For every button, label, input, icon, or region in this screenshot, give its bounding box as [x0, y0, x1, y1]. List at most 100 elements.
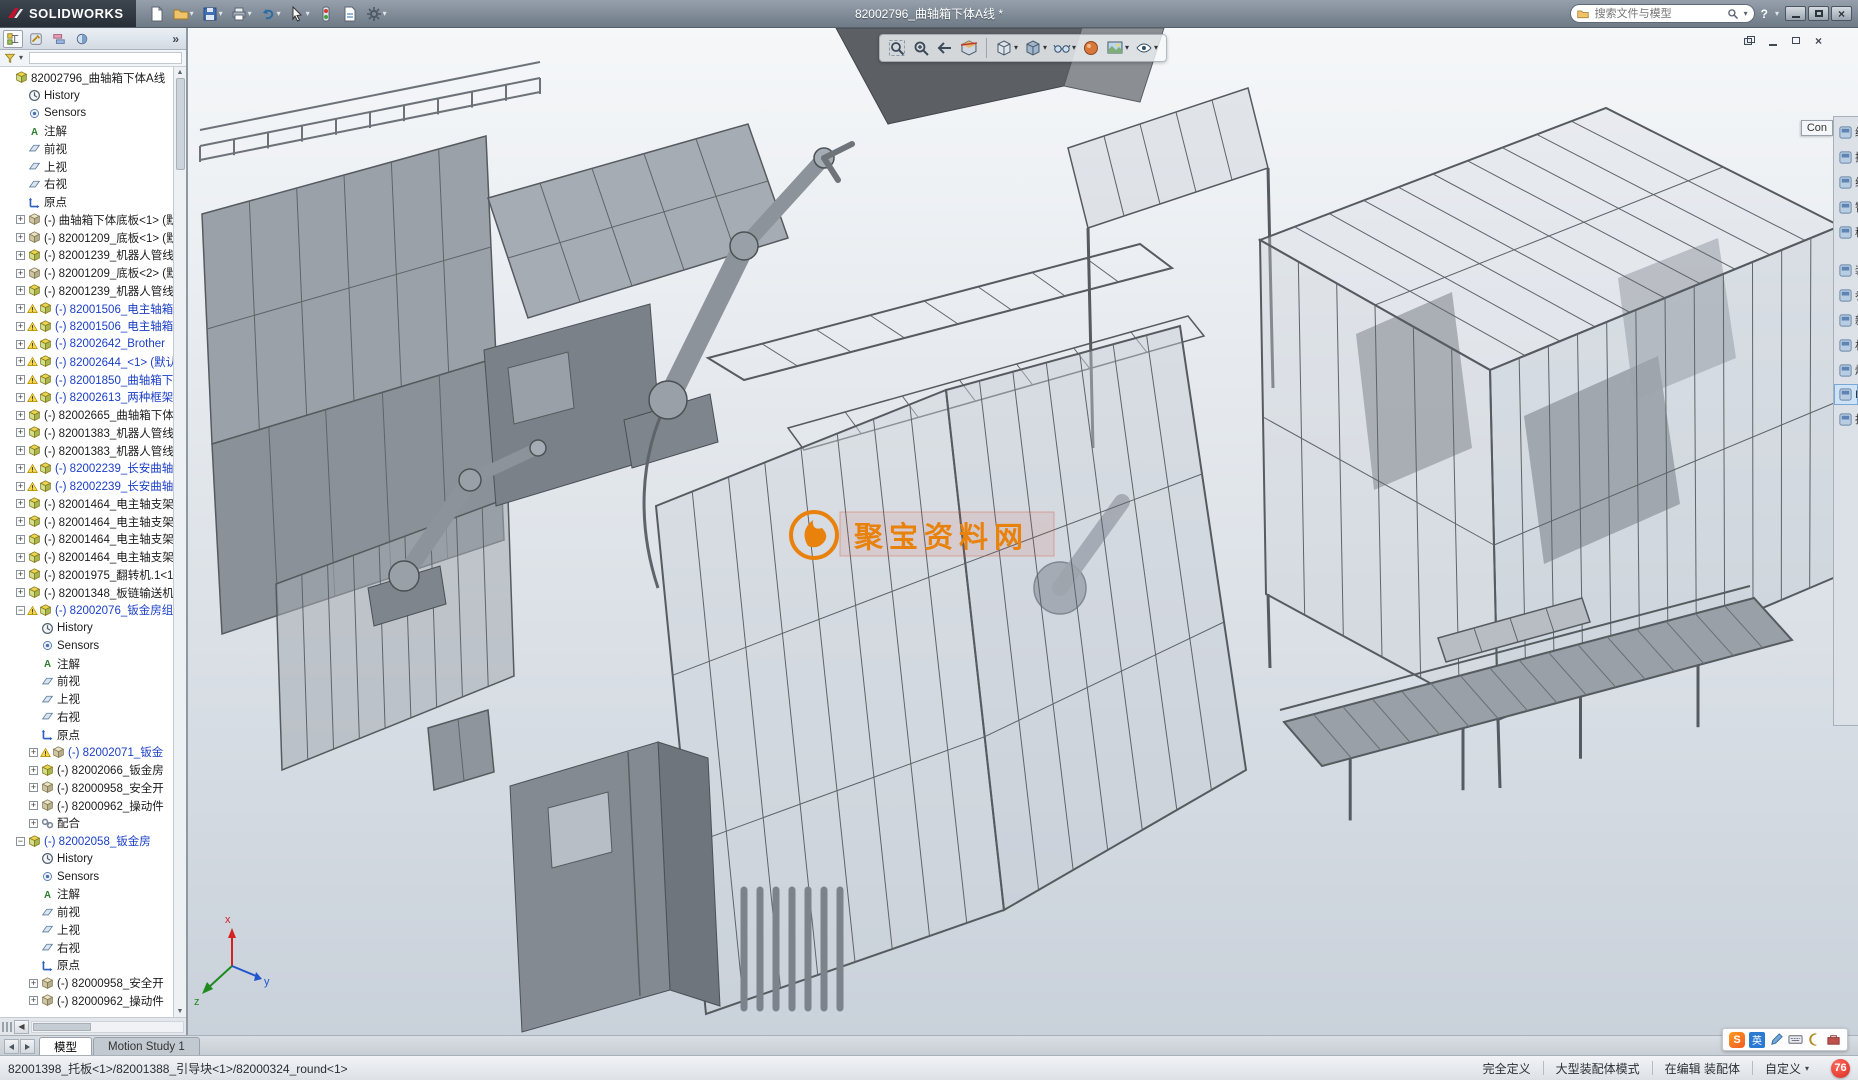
tree-item[interactable]: +(-) 82001383_机器人管线 — [0, 442, 173, 460]
tree-expander[interactable]: + — [16, 393, 25, 402]
tree-expander[interactable]: + — [16, 340, 25, 349]
doc-restore-button[interactable] — [1786, 33, 1805, 48]
taskpane-item[interactable]: 移 — [1834, 221, 1858, 243]
maximize-button[interactable] — [1808, 6, 1829, 21]
notification-badge[interactable]: 76 — [1831, 1059, 1850, 1078]
tree-expander[interactable]: + — [16, 446, 25, 455]
taskpane-item[interactable]: 参 — [1834, 284, 1858, 306]
tree-item[interactable]: Sensors — [0, 868, 173, 886]
dropdown-caret-icon[interactable]: ▾ — [1125, 44, 1129, 52]
tree-item[interactable]: 原点 — [0, 726, 173, 744]
tree-item[interactable]: +配合 — [0, 815, 173, 833]
view-settings-button[interactable]: ▾ — [1133, 37, 1160, 59]
tree-expander[interactable]: + — [16, 588, 25, 597]
tree-expander[interactable]: + — [29, 748, 38, 757]
taskpane-item[interactable]: In — [1834, 384, 1858, 405]
h-scroll-track[interactable] — [31, 1021, 184, 1033]
tree-expander[interactable]: + — [29, 819, 38, 828]
tree-item[interactable]: 右视 — [0, 176, 173, 194]
scroll-down-icon[interactable]: ▼ — [177, 1006, 184, 1017]
tree-item[interactable]: +(-) 82001348_板链输送机 — [0, 584, 173, 602]
file-properties-button[interactable] — [339, 4, 361, 24]
tree-expander[interactable]: + — [16, 464, 25, 473]
tree-item[interactable]: 上视 — [0, 690, 173, 708]
dropdown-caret-icon[interactable]: ▾ — [1043, 44, 1047, 52]
tree-item[interactable]: +(-) 82001464_电主轴支架 — [0, 531, 173, 549]
tree-item[interactable]: 右视 — [0, 939, 173, 957]
scroll-thumb[interactable] — [176, 78, 185, 170]
tree-item[interactable]: +(-) 82002239_长安曲轴 — [0, 477, 173, 495]
new-document-button[interactable] — [146, 4, 168, 24]
tree-expander[interactable]: + — [16, 517, 25, 526]
taskpane-item[interactable]: 爆 — [1834, 359, 1858, 381]
tree-item[interactable]: −(-) 82002076_钣金房组 — [0, 602, 173, 620]
tree-item[interactable]: +(-) 82000962_操动件 — [0, 992, 173, 1010]
options-button[interactable]: ▾ — [363, 4, 390, 24]
tab-scroll-right-icon[interactable] — [20, 1039, 35, 1054]
h-scroll-thumb[interactable] — [33, 1023, 91, 1031]
search-dropdown-caret[interactable]: ▾ — [1744, 10, 1748, 18]
tree-item[interactable]: +(-) 82002239_长安曲轴 — [0, 460, 173, 478]
tree-item[interactable]: +(-) 82002665_曲轴箱下体 — [0, 406, 173, 424]
undo-button[interactable]: ▾ — [257, 4, 284, 24]
tree-expander[interactable]: + — [29, 801, 38, 810]
zoom-to-fit-button[interactable] — [886, 37, 908, 59]
tree-expander[interactable]: + — [16, 499, 25, 508]
tree-item[interactable]: 上视 — [0, 921, 173, 939]
tree-expander[interactable]: + — [16, 482, 25, 491]
tree-item[interactable]: +(-) 82001209_底板<2> (默 — [0, 264, 173, 282]
tree-expander[interactable]: + — [16, 570, 25, 579]
tree-item[interactable]: +(-) 82001239_机器人管线 — [0, 282, 173, 300]
dropdown-caret-icon[interactable]: ▾ — [277, 10, 281, 18]
edit-appearance-button[interactable] — [1080, 37, 1102, 59]
sogou-icon[interactable]: S — [1729, 1032, 1745, 1048]
taskpane-item[interactable]: 智 — [1834, 196, 1858, 218]
ime-moon-icon[interactable] — [1807, 1032, 1822, 1047]
tree-item[interactable]: +(-) 82001209_底板<1> (默 — [0, 229, 173, 247]
filter-funnel-icon[interactable] — [4, 52, 16, 64]
tree-expander[interactable]: + — [16, 428, 25, 437]
taskpane-flyout[interactable]: Con — [1801, 120, 1833, 136]
taskpane-item[interactable]: 拆 — [1834, 408, 1858, 430]
splitter-grip[interactable] — [2, 1022, 12, 1032]
tree-expander[interactable]: + — [16, 322, 25, 331]
taskpane-item[interactable]: 装 — [1834, 259, 1858, 281]
tree-item[interactable]: History — [0, 850, 173, 868]
tree-item[interactable]: A注解 — [0, 886, 173, 904]
tree-item[interactable]: +(-) 82001239_机器人管线 — [0, 247, 173, 265]
apply-scene-button[interactable]: ▾ — [1104, 37, 1131, 59]
tree-expander[interactable]: + — [29, 996, 38, 1005]
tree-item[interactable]: 右视 — [0, 708, 173, 726]
tree-item[interactable]: +(-) 82001506_电主轴箱刀 — [0, 300, 173, 318]
panel-collapse-button[interactable]: » — [168, 32, 183, 46]
taskpane-item[interactable]: 插 — [1834, 146, 1858, 168]
dropdown-caret-icon[interactable]: ▾ — [383, 10, 387, 18]
tree-expander[interactable]: + — [16, 535, 25, 544]
tree-item[interactable]: 82002796_曲轴箱下体A线 — [0, 69, 173, 87]
tree-item[interactable]: A注解 — [0, 655, 173, 673]
tree-expander[interactable]: − — [16, 606, 25, 615]
tree-item[interactable]: Sensors — [0, 105, 173, 123]
hide-show-items-button[interactable]: ▾ — [1051, 37, 1078, 59]
ime-keyboard-icon[interactable] — [1788, 1032, 1803, 1047]
ime-toolbox-icon[interactable] — [1826, 1032, 1841, 1047]
dropdown-caret-icon[interactable]: ▾ — [190, 10, 194, 18]
displaymanager-tab[interactable] — [72, 30, 92, 48]
display-style-button[interactable]: ▾ — [1022, 37, 1049, 59]
tree-item[interactable]: +(-) 82001850_曲轴箱下 — [0, 371, 173, 389]
tree-item[interactable]: +(-) 82002642_Brother — [0, 335, 173, 353]
tree-item[interactable]: +(-) 82001506_电主轴箱刀 — [0, 318, 173, 336]
tree-expander[interactable]: + — [29, 783, 38, 792]
tree-expander[interactable]: + — [16, 269, 25, 278]
tree-scrollbar[interactable]: ▲ ▼ — [173, 67, 186, 1017]
cascade-windows-button[interactable] — [1740, 33, 1759, 48]
dropdown-caret-icon[interactable]: ▾ — [1154, 44, 1158, 52]
configurationmanager-tab[interactable] — [49, 30, 69, 48]
tree-item[interactable]: +(-) 82000958_安全开 — [0, 779, 173, 797]
tree-filter-input[interactable] — [29, 52, 182, 64]
doc-close-button[interactable]: × — [1809, 33, 1828, 48]
tree-item[interactable]: History — [0, 87, 173, 105]
search-input[interactable] — [1593, 7, 1723, 21]
tree-item[interactable]: +(-) 82002066_钣金房 — [0, 761, 173, 779]
tree-item[interactable]: +(-) 82002644_<1> (默认< — [0, 353, 173, 371]
